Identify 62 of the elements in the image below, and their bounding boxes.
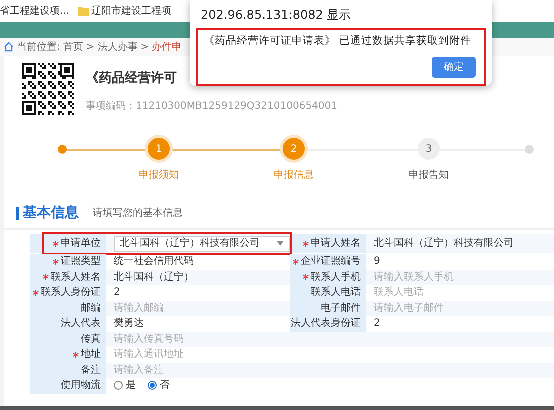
field-value: 北斗国科（辽宁）: [114, 270, 194, 285]
breadcrumb-link[interactable]: 办件申: [152, 40, 182, 54]
section-marker: [16, 207, 19, 220]
field-value: 2: [374, 317, 380, 332]
field-label: 联系人电话: [311, 286, 361, 300]
start-dot: [58, 145, 67, 154]
home-icon: [4, 42, 14, 52]
input-field[interactable]: 联系人电话: [374, 285, 424, 300]
radio-button[interactable]: [148, 381, 157, 390]
field-label: 传真: [81, 332, 101, 347]
breadcrumb-link[interactable]: 法人办事: [98, 40, 138, 54]
breadcrumb-label: 当前位置:: [17, 40, 60, 54]
field-label: 联系人身份证: [41, 286, 101, 300]
field-label: 邮编: [81, 302, 101, 316]
bookmark-link[interactable]: 省工程建设项...: [0, 4, 70, 18]
field-label: 申请人姓名: [311, 236, 361, 251]
input-field[interactable]: 请输入备注: [114, 362, 164, 378]
service-title: 《药品经营许可: [86, 70, 178, 88]
company-select[interactable]: 北斗国科（辽宁）科技有限公司: [114, 236, 290, 252]
field-label: 联系人姓名: [51, 270, 101, 285]
item-code: 事项编码：11210300MB1259129Q3210100654001: [86, 100, 338, 114]
field-value: 9: [374, 255, 380, 270]
dialog-title: 202.96.85.131:8082 显示: [200, 7, 352, 22]
breadcrumb-link[interactable]: 首页: [63, 40, 84, 54]
radio-label: 否: [160, 379, 170, 394]
field-label: 电子邮件: [321, 302, 361, 316]
step-number: 2: [283, 138, 305, 160]
end-dot: [525, 145, 534, 154]
field-value: 樊勇达: [114, 316, 144, 332]
input-field[interactable]: 请输入邮编: [114, 300, 164, 316]
field-label: 法人代表: [61, 316, 101, 332]
dialog-message: 《药品经营许可证申请表》 已通过数据共享获取到附件: [204, 34, 472, 49]
field-label: 备注: [81, 364, 101, 378]
bookmark-link[interactable]: 辽阳市建设工程项: [92, 4, 172, 18]
input-field[interactable]: 请输入传真号码: [114, 332, 184, 347]
field-value: 2: [114, 286, 120, 300]
field-value: 北斗国科（辽宁）科技有限公司: [374, 236, 514, 251]
step-number: 1: [148, 138, 170, 160]
input-field[interactable]: 请输入通讯地址: [114, 347, 184, 362]
input-field[interactable]: 请输入电子邮件: [374, 300, 444, 316]
field-value: 统一社会信用代码: [114, 254, 194, 270]
field-label: 企业证照编号: [301, 254, 361, 270]
breadcrumb-separator: >: [140, 40, 150, 54]
radio-button[interactable]: [114, 381, 123, 390]
section-title: 基本信息: [23, 204, 79, 223]
field-label: 证照类型: [61, 254, 101, 270]
ok-button[interactable]: 确定: [432, 57, 476, 78]
section-hint: 请填写您的基本信息: [93, 206, 183, 221]
caret-icon: [277, 241, 284, 246]
input-field[interactable]: 请输入联系人手机: [374, 270, 454, 285]
step-label: 申报须知: [138, 168, 180, 183]
field-label: 使用物流: [61, 378, 101, 394]
breadcrumb-separator: >: [86, 40, 95, 54]
field-label: 联系人手机: [311, 270, 361, 285]
field-label: 法人代表身份证: [291, 316, 361, 332]
step-number: 3: [418, 138, 440, 160]
qr-code: [22, 63, 74, 115]
step-label: 申报告知: [408, 168, 450, 183]
field-label: 申请单位: [61, 236, 101, 251]
radio-label: 是: [126, 379, 136, 394]
field-label: 地址: [81, 348, 101, 362]
step-label: 申报信息: [273, 168, 315, 183]
